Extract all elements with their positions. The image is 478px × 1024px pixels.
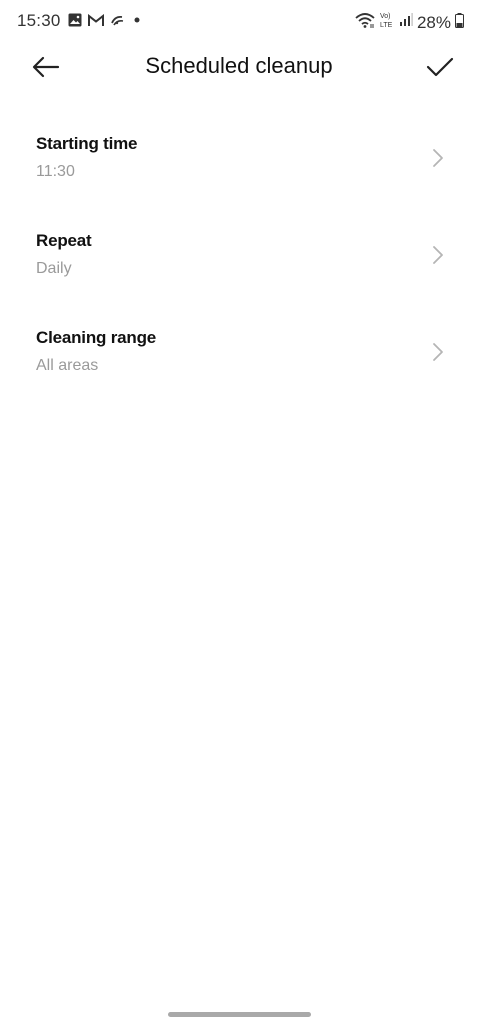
chevron-right-icon (433, 246, 443, 264)
battery-icon (455, 12, 464, 33)
volte-icon: Vo) LTE (379, 11, 395, 34)
setting-value: All areas (36, 357, 99, 374)
notification-icons (68, 13, 142, 27)
setting-value: Daily (36, 260, 72, 277)
svg-text:LTE: LTE (380, 22, 393, 29)
gmail-icon (88, 13, 104, 27)
wifi-icon (355, 12, 375, 33)
svg-text:Vo): Vo) (380, 13, 391, 20)
setting-repeat[interactable]: Repeat Daily (0, 207, 478, 304)
checkmark-icon (426, 57, 454, 77)
status-bar: 15:30 Vo) LTE 28% (0, 0, 478, 42)
more-notifications-dot-icon (132, 15, 142, 25)
page-title: Scheduled cleanup (145, 53, 333, 78)
battery-percentage: 28% (416, 12, 451, 32)
setting-title: Starting time (36, 134, 138, 153)
home-indicator[interactable] (168, 1012, 311, 1017)
chevron-right-icon (433, 149, 443, 167)
setting-title: Cleaning range (36, 328, 157, 347)
app-notification-icon (110, 14, 126, 27)
settings-list: Starting time 11:30 Repeat Daily Cleanin… (0, 110, 478, 401)
setting-starting-time[interactable]: Starting time 11:30 (0, 110, 478, 207)
app-bar: Scheduled cleanup (0, 42, 478, 92)
setting-title: Repeat (36, 231, 92, 250)
setting-value: 11:30 (36, 163, 75, 180)
confirm-button[interactable] (420, 48, 460, 86)
gallery-icon (68, 13, 82, 27)
chevron-right-icon (433, 343, 443, 361)
signal-icon (399, 13, 413, 32)
status-time: 15:30 (17, 11, 61, 30)
status-right-icons: Vo) LTE 28% (355, 11, 464, 34)
setting-cleaning-range[interactable]: Cleaning range All areas (0, 304, 478, 401)
